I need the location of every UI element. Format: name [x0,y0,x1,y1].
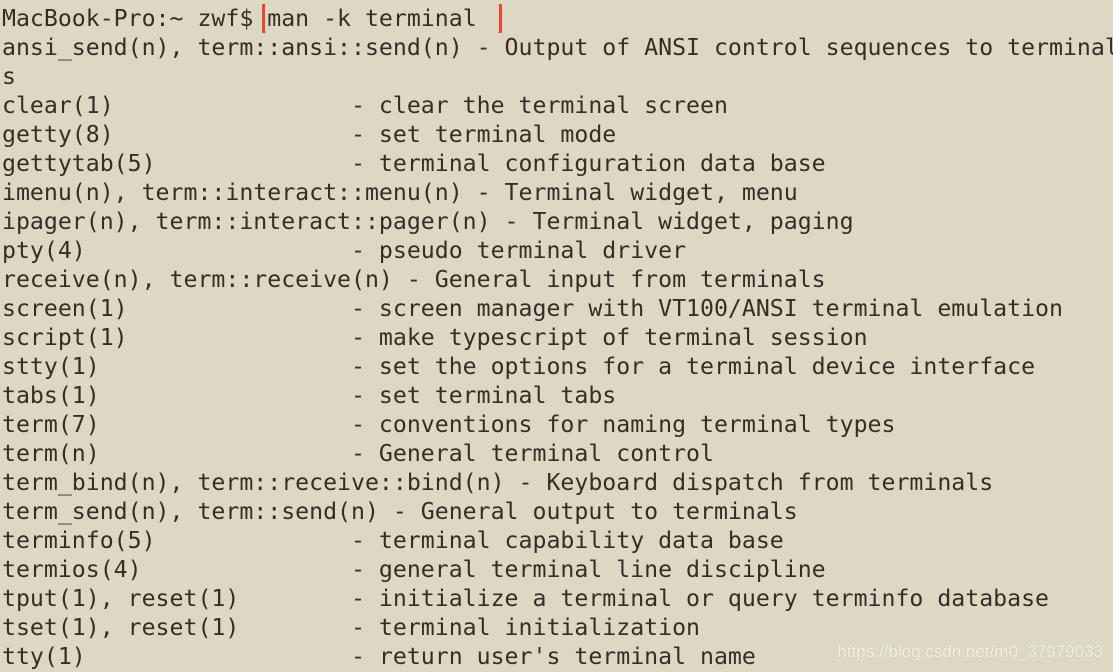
result-line: getty(8) - set terminal mode [2,121,617,148]
result-line: ipager(n), term::interact::pager(n) - Te… [2,208,854,235]
result-line: term(7) - conventions for naming termina… [2,411,896,438]
result-line: receive(n), term::receive(n) - General i… [2,266,826,293]
result-line: tabs(1) - set terminal tabs [2,382,617,409]
result-line: term_bind(n), term::receive::bind(n) - K… [2,469,994,496]
result-line: clear(1) - clear the terminal screen [2,92,728,119]
result-line: stty(1) - set the options for a terminal… [2,353,1036,380]
result-line: term(n) - General terminal control [2,440,714,467]
terminal-output: MacBook-Pro:~ zwf$ man -k terminal ansi_… [2,4,1113,671]
result-line: pty(4) - pseudo terminal driver [2,237,687,264]
result-line: tset(1), reset(1) - terminal initializat… [2,614,701,641]
result-line: termios(4) - general terminal line disci… [2,556,826,583]
shell-prompt: MacBook-Pro:~ zwf$ [2,5,268,32]
result-line: s [2,63,16,90]
result-line: imenu(n), term::interact::menu(n) - Term… [2,179,798,206]
watermark: https://blog.csdn.net/m0_37979033 [837,642,1103,661]
man-results: ansi_send(n), term::ansi::send(n) - Outp… [2,33,1113,671]
result-line: tput(1), reset(1) - initialize a termina… [2,585,1050,612]
prompt-line: MacBook-Pro:~ zwf$ man -k terminal [2,4,1113,33]
highlighted-command: man -k terminal [262,4,502,33]
result-line: gettytab(5) - terminal configuration dat… [2,150,826,177]
result-line: terminfo(5) - terminal capability data b… [2,527,784,554]
result-line: script(1) - make typescript of terminal … [2,324,868,351]
result-line: ansi_send(n), term::ansi::send(n) - Outp… [2,34,1113,61]
result-line: term_send(n), term::send(n) - General ou… [2,498,798,525]
result-line: screen(1) - screen manager with VT100/AN… [2,295,1063,322]
